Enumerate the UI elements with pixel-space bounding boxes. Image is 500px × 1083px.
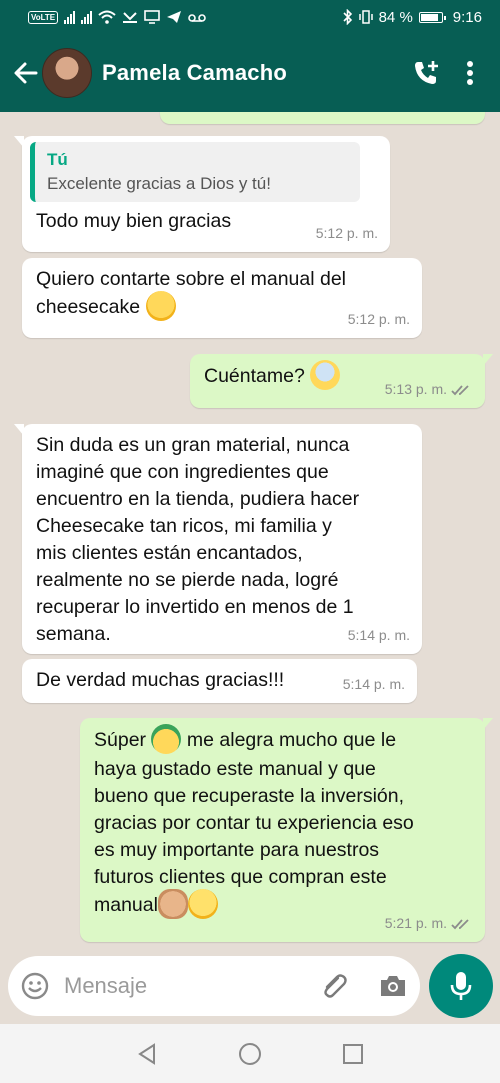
hand-over-mouth-emoji	[145, 291, 176, 321]
message-bubble[interactable]: Quiero contarte sobre el manual del chee…	[22, 258, 422, 338]
double-check-icon	[451, 384, 469, 395]
message-line: haya gustado este manual y que	[94, 758, 376, 780]
camera-icon[interactable]	[378, 973, 408, 999]
message-line: Sin duda es un gran material, nunca	[36, 434, 350, 456]
add-call-button[interactable]	[404, 51, 448, 95]
message-line: bueno que recuperaste la inversión,	[94, 785, 405, 807]
more-vert-icon	[467, 61, 473, 85]
message-time: 5:14 p. m.	[347, 627, 410, 643]
message-bubble[interactable]: De verdad muchas gracias!!! 5:14 p. m.	[22, 659, 417, 703]
signal-icon-2	[81, 10, 93, 24]
message-time: 5:14 p. m.	[342, 676, 405, 692]
message-line: realmente no se pierde nada, logré	[36, 569, 339, 591]
message-line: futuros clientes que compran este	[94, 866, 387, 888]
message-input[interactable]: Mensaje	[64, 973, 318, 999]
attach-icon[interactable]	[318, 970, 350, 1002]
quote-author: Tú	[47, 150, 68, 169]
arrow-left-icon	[14, 62, 38, 84]
message-line: Cheesecake tan ricos, mi familia y	[36, 515, 332, 537]
smiling-face-emoji	[187, 889, 218, 919]
message-text: me alegra mucho que le	[186, 729, 397, 752]
double-check-icon	[451, 918, 469, 929]
avatar[interactable]	[42, 48, 92, 98]
message-composer: Mensaje	[8, 956, 420, 1016]
message-bubble[interactable]: Cuéntame? 5:13 p. m.	[190, 354, 493, 408]
previous-message-edge	[160, 112, 485, 124]
back-triangle-icon[interactable]	[136, 1042, 158, 1065]
message-text: manual	[94, 894, 158, 917]
battery-icon	[418, 11, 446, 23]
message-time: 5:12 p. m.	[315, 225, 378, 241]
voice-message-button[interactable]	[429, 954, 493, 1018]
message-time: 5:13 p. m.	[384, 381, 447, 397]
emoji-icon[interactable]	[20, 971, 50, 1001]
home-circle-icon[interactable]	[238, 1042, 262, 1066]
message-bubble[interactable]: Sin duda es un gran material, nunca imag…	[14, 424, 422, 654]
message-line: encuentro en la tienda, pudiera hacer	[36, 488, 360, 510]
status-bar: VoLTE 84 % 9:16	[0, 0, 500, 34]
recents-square-icon[interactable]	[342, 1043, 364, 1065]
voicemail-icon	[188, 14, 206, 22]
more-options-button[interactable]	[448, 51, 492, 95]
clock: 9:16	[452, 8, 482, 26]
message-bubble[interactable]: Súper me alegra mucho que le haya gustad…	[80, 718, 493, 942]
message-text: Cuéntame?	[204, 365, 305, 388]
phone-plus-icon	[415, 61, 438, 84]
message-text: Quiero contarte sobre el manual del	[36, 268, 347, 290]
chat-header: Pamela Camacho	[0, 34, 500, 112]
quote-text: Excelente gracias a Dios y tú!	[47, 174, 271, 193]
vibrate-icon	[358, 10, 373, 24]
bluetooth-icon	[343, 9, 352, 25]
message-line: mis clientes están encantados,	[36, 542, 303, 564]
partying-face-emoji	[151, 724, 182, 754]
message-line: es muy importante para nuestros	[94, 839, 380, 861]
message-time: 5:12 p. m.	[347, 311, 410, 327]
screaming-face-emoji	[310, 360, 341, 390]
battery-percent: 84 %	[378, 8, 413, 26]
message-line: imaginé que con ingredientes que	[36, 461, 329, 483]
signal-icon	[64, 10, 76, 24]
clapping-hands-emoji	[157, 889, 188, 919]
message-line: gracias por contar tu experiencia eso	[94, 812, 414, 834]
message-text: Súper	[94, 729, 147, 752]
wifi-icon	[98, 10, 116, 24]
message-line: recuperar lo invertido en menos de 1	[36, 596, 354, 618]
missed-call-icon	[123, 12, 138, 23]
microphone-icon	[450, 972, 472, 1000]
telegram-icon	[167, 11, 182, 23]
message-text: cheesecake	[36, 296, 141, 319]
chat-area[interactable]: Tú Excelente gracias a Dios y tú! Todo m…	[0, 112, 500, 954]
system-nav-bar	[0, 1024, 500, 1083]
message-time: 5:21 p. m.	[384, 915, 447, 931]
back-button[interactable]	[6, 53, 46, 93]
quoted-message[interactable]: Tú Excelente gracias a Dios y tú!	[30, 142, 360, 202]
volte-indicator: VoLTE	[28, 10, 59, 24]
contact-name[interactable]: Pamela Camacho	[102, 60, 404, 86]
screen-icon	[144, 10, 160, 24]
message-bubble[interactable]: Tú Excelente gracias a Dios y tú! Todo m…	[14, 136, 390, 252]
